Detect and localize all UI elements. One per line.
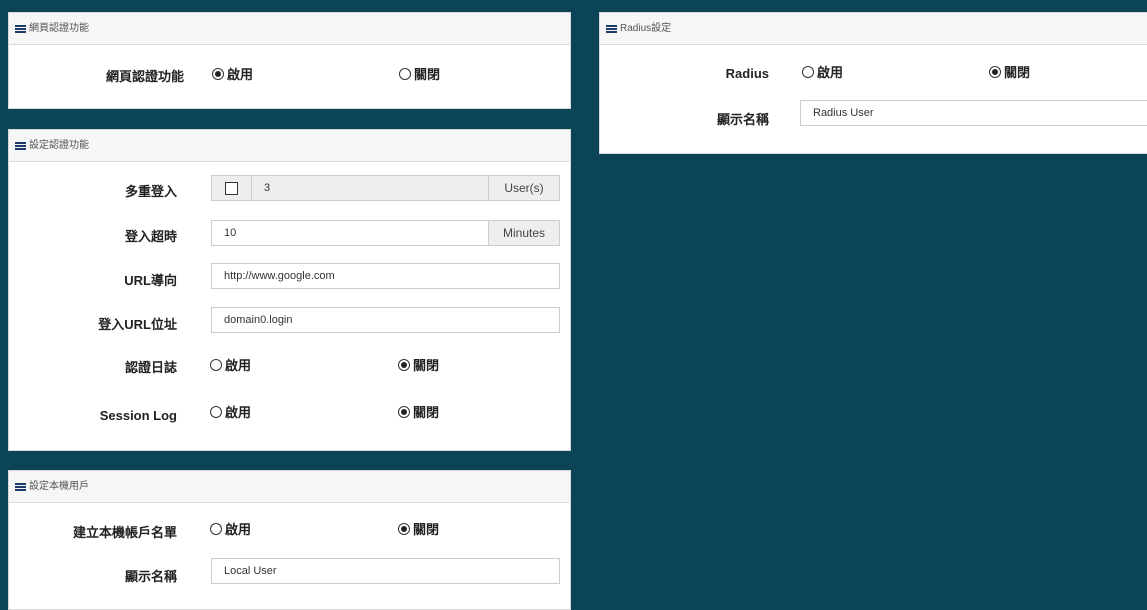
web-auth-panel: 網頁認證功能 網頁認證功能 啟用 關閉 xyxy=(8,12,571,109)
list-icon xyxy=(15,141,26,150)
radio-unselected-icon xyxy=(802,65,814,78)
session-log-disable-label: 關閉 xyxy=(413,405,440,420)
create-local-list-label: 建立本機帳戶名單 xyxy=(72,525,177,540)
radius-enable-radio[interactable]: 啟用 xyxy=(802,62,843,81)
create-local-list-enable-label: 啟用 xyxy=(225,522,252,537)
local-user-panel-header: 設定本機用戶 xyxy=(9,471,570,503)
radio-selected-icon xyxy=(398,358,410,371)
radio-unselected-icon xyxy=(399,67,411,80)
radius-panel-title: Radius設定 xyxy=(620,23,672,34)
auth-log-enable-label: 啟用 xyxy=(225,358,252,373)
create-local-list-enable-radio[interactable]: 啟用 xyxy=(210,519,251,538)
web-auth-enable-radio[interactable]: 啟用 xyxy=(212,64,253,83)
multi-login-checkbox-wrap xyxy=(211,175,252,201)
radio-unselected-icon xyxy=(210,522,222,535)
web-auth-label: 網頁認證功能 xyxy=(105,69,184,84)
radio-unselected-icon xyxy=(210,358,222,371)
radius-panel-header: Radius設定 xyxy=(600,13,1147,45)
radius-disable-label: 關閉 xyxy=(1004,65,1031,80)
auth-log-disable-label: 關閉 xyxy=(413,358,440,373)
local-display-name-input[interactable]: Local User xyxy=(211,558,560,584)
login-timeout-unit: Minutes xyxy=(488,220,560,246)
radius-label: Radius xyxy=(725,66,769,81)
web-auth-panel-title: 網頁認證功能 xyxy=(29,23,89,34)
url-redirect-label: URL導向 xyxy=(124,273,177,288)
auth-log-enable-radio[interactable]: 啟用 xyxy=(210,355,251,374)
radio-selected-icon xyxy=(212,67,224,80)
auth-settings-panel: 設定認證功能 多重登入 3 User(s) 登入超時 10 Minutes UR… xyxy=(8,129,571,451)
radius-disable-radio[interactable]: 關閉 xyxy=(989,62,1030,81)
login-timeout-label: 登入超時 xyxy=(124,229,177,244)
auth-settings-panel-header: 設定認證功能 xyxy=(9,130,570,162)
login-url-label: 登入URL位址 xyxy=(98,317,177,332)
login-timeout-input[interactable]: 10 xyxy=(211,220,489,246)
url-redirect-input[interactable]: http://www.google.com xyxy=(211,263,560,289)
list-icon xyxy=(15,482,26,491)
auth-settings-panel-title: 設定認證功能 xyxy=(29,140,89,151)
auth-log-disable-radio[interactable]: 關閉 xyxy=(398,355,439,374)
multi-login-checkbox[interactable] xyxy=(225,181,238,195)
radius-display-name-input[interactable]: Radius User xyxy=(800,100,1147,126)
web-auth-disable-label: 關閉 xyxy=(414,67,441,82)
multi-login-label: 多重登入 xyxy=(124,184,177,199)
session-log-enable-radio[interactable]: 啟用 xyxy=(210,402,251,421)
radius-display-name-label: 顯示名稱 xyxy=(716,112,769,127)
local-user-panel-title: 設定本機用戶 xyxy=(29,481,89,492)
login-url-input[interactable]: domain0.login xyxy=(211,307,560,333)
radio-selected-icon xyxy=(398,405,410,418)
radio-selected-icon xyxy=(398,522,410,535)
auth-log-label: 認證日誌 xyxy=(124,360,177,375)
local-user-panel: 設定本機用戶 建立本機帳戶名單 啟用 關閉 顯示名稱 Local User xyxy=(8,470,571,610)
radius-panel: Radius設定 Radius 啟用 關閉 顯示名稱 Radius User xyxy=(599,12,1147,154)
session-log-disable-radio[interactable]: 關閉 xyxy=(398,402,439,421)
radio-unselected-icon xyxy=(210,405,222,418)
web-auth-enable-label: 啟用 xyxy=(227,67,254,82)
session-log-enable-label: 啟用 xyxy=(225,405,252,420)
multi-login-unit: User(s) xyxy=(488,175,560,201)
web-auth-panel-header: 網頁認證功能 xyxy=(9,13,570,45)
local-display-name-label: 顯示名稱 xyxy=(124,569,177,584)
list-icon xyxy=(15,24,26,33)
multi-login-input[interactable]: 3 xyxy=(251,175,489,201)
create-local-list-disable-label: 關閉 xyxy=(413,522,440,537)
web-auth-disable-radio[interactable]: 關閉 xyxy=(399,64,440,83)
radius-enable-label: 啟用 xyxy=(817,65,844,80)
create-local-list-disable-radio[interactable]: 關閉 xyxy=(398,519,439,538)
list-icon xyxy=(606,24,617,33)
radio-selected-icon xyxy=(989,65,1001,78)
session-log-label: Session Log xyxy=(99,408,177,423)
